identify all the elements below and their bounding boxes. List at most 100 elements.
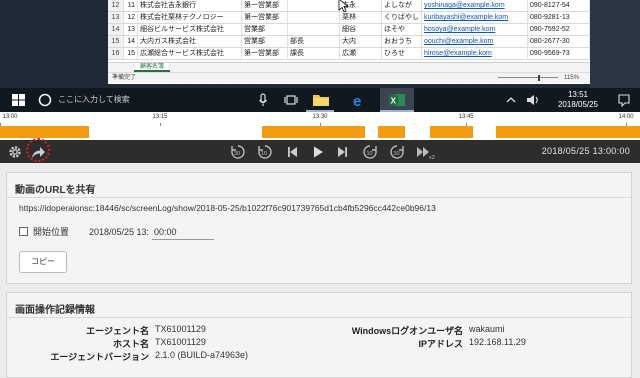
logon-user-value: wakaumi bbox=[469, 324, 505, 334]
task-view-icon bbox=[284, 95, 298, 105]
agent-name-value: TX61001129 bbox=[155, 324, 206, 334]
cell-kana: おおうち bbox=[382, 36, 422, 47]
info-panel-title: 画面操作記録情報 bbox=[15, 305, 95, 316]
status-ready-text: 準備完了 bbox=[112, 75, 137, 81]
search-icon bbox=[38, 93, 52, 107]
table-row: 15 14 大内ガス株式会社 営業部 部長 大内 おおうち oouchi@exa… bbox=[108, 36, 590, 48]
forward-30-icon[interactable]: 30 bbox=[389, 144, 405, 160]
svg-text:10: 10 bbox=[367, 151, 373, 157]
speaker-icon bbox=[527, 95, 538, 105]
recorded-screen: 12 11 株式会社吉永銀行 第一営業部 吉永 よしなが yoshinaga@e… bbox=[0, 0, 640, 112]
cell-role bbox=[288, 12, 340, 23]
taskbar-search-placeholder: ここに入力して検索 bbox=[58, 95, 130, 104]
row-number: 15 bbox=[108, 36, 124, 47]
table-row: 13 12 株式会社栗林テクノロジー 第一営業部 栗林 くりばやし kuriba… bbox=[108, 12, 590, 24]
taskbar-clock-date: 2018/05/25 bbox=[557, 100, 599, 109]
cell-dept: 営業部 bbox=[242, 24, 288, 35]
logon-user-label: Windowsログオンユーザ名 bbox=[351, 326, 463, 336]
start-time-input[interactable] bbox=[152, 225, 214, 240]
cell-role bbox=[288, 0, 340, 11]
share-icon[interactable] bbox=[30, 144, 46, 160]
recording-info-panel: 画面操作記録情報 エージェント名 TX61001129 ホスト名 TX61001… bbox=[6, 292, 632, 378]
timeline-tick-label: 13:00 bbox=[2, 114, 18, 120]
timeline-tick-label: 13:45 bbox=[458, 114, 474, 120]
cell-kana: よしなが bbox=[382, 0, 422, 11]
cell-dept: 第一営業部 bbox=[242, 48, 288, 59]
timeline-tick-label: 13:30 bbox=[312, 114, 328, 120]
timeline-active-segment[interactable] bbox=[0, 126, 89, 138]
table-row: 14 13 細谷ビルサービス株式会社 営業部 細谷 ほそや hosoya@exa… bbox=[108, 24, 590, 36]
cell-dept: 第一営業部 bbox=[242, 0, 288, 11]
cell-dept: 営業部 bbox=[242, 36, 288, 47]
cell-role: 部長 bbox=[288, 36, 340, 47]
timeline-active-segment[interactable] bbox=[429, 126, 473, 138]
svg-text:10: 10 bbox=[261, 151, 267, 157]
share-url[interactable]: https://idoperaionsc:18446/sc/screenLog/… bbox=[19, 203, 625, 213]
copy-button[interactable]: コピー bbox=[19, 251, 67, 273]
timeline[interactable]: 13:00 13:15 13:30 13:45 14:00 bbox=[0, 112, 640, 140]
desktop-background bbox=[590, 0, 640, 88]
cell-phone: 080-9281-13 bbox=[528, 12, 590, 23]
start-position-checkbox[interactable] bbox=[19, 227, 28, 236]
ip-address-label: IPアドレス bbox=[418, 339, 463, 349]
windows-icon bbox=[12, 94, 25, 106]
start-position-label: 開始位置 bbox=[33, 227, 70, 237]
cell-dept: 第一営業部 bbox=[242, 12, 288, 23]
svg-text:x2: x2 bbox=[429, 155, 435, 160]
svg-text:30: 30 bbox=[234, 151, 240, 157]
timeline-track[interactable] bbox=[0, 126, 640, 138]
cell-surname: 広瀬 bbox=[340, 48, 382, 59]
gear-icon[interactable] bbox=[7, 144, 23, 160]
cell-kana: くりばやし bbox=[382, 12, 422, 23]
cell-no: 14 bbox=[124, 36, 138, 47]
cell-company: 株式会社栗林テクノロジー bbox=[138, 12, 242, 23]
cell-phone: 080-2677-30 bbox=[528, 36, 590, 47]
chevron-up-icon bbox=[506, 97, 516, 103]
excel-icon: X bbox=[389, 94, 405, 106]
cell-no: 12 bbox=[124, 12, 138, 23]
cell-email: hirose@example.kom bbox=[422, 48, 528, 59]
svg-text:X: X bbox=[391, 97, 397, 106]
cell-email: kuribayashi@example.kom bbox=[422, 12, 528, 23]
agent-name-label: エージェント名 bbox=[86, 326, 149, 336]
cell-phone: 090-9569-73 bbox=[528, 48, 590, 59]
cell-company: 細谷ビルサービス株式会社 bbox=[138, 24, 242, 35]
cell-no: 11 bbox=[124, 0, 138, 11]
forward-10-icon[interactable]: 10 bbox=[362, 144, 378, 160]
divider bbox=[7, 317, 631, 318]
agent-version-label: エージェントバージョン bbox=[50, 352, 149, 362]
play-icon[interactable] bbox=[310, 144, 326, 160]
skip-previous-icon[interactable] bbox=[284, 144, 300, 160]
zoom-slider bbox=[498, 77, 558, 78]
cell-email: yoshinaga@example.kom bbox=[422, 0, 528, 11]
spreadsheet-window: 12 11 株式会社吉永銀行 第一営業部 吉永 よしなが yoshinaga@e… bbox=[108, 0, 590, 84]
timeline-active-segment[interactable] bbox=[496, 126, 640, 138]
host-label: ホスト名 bbox=[112, 339, 149, 349]
rewind-10-icon[interactable]: 10 bbox=[257, 144, 273, 160]
taskbar-clock-time: 13:51 bbox=[567, 90, 589, 99]
cell-email: oouchi@example.kom bbox=[422, 36, 528, 47]
sheet-tab-bar: 顧客名簿 bbox=[108, 62, 590, 72]
edge-icon: e bbox=[353, 93, 361, 107]
skip-next-icon[interactable] bbox=[335, 144, 351, 160]
row-number: 12 bbox=[108, 0, 124, 11]
taskbar: ここに入力して検索 e X 13:51 2018/05/25 bbox=[0, 88, 640, 112]
timeline-active-segment[interactable] bbox=[377, 126, 406, 138]
folder-icon bbox=[313, 95, 329, 106]
cell-role bbox=[288, 24, 340, 35]
rewind-30-icon[interactable]: 30 bbox=[230, 144, 246, 160]
cell-role: 課長 bbox=[288, 48, 340, 59]
speed-x2-icon[interactable]: x2 bbox=[416, 144, 436, 160]
share-panel-title: 動画のURLを共有 bbox=[15, 185, 96, 196]
mic-icon bbox=[259, 93, 267, 106]
player-current-time: 2018/05/25 13:00:00 bbox=[541, 146, 630, 156]
cell-no: 13 bbox=[124, 24, 138, 35]
cell-email: hosoya@example.kom bbox=[422, 24, 528, 35]
cell-company: 大内ガス株式会社 bbox=[138, 36, 242, 47]
start-position-date: 2018/05/25 13: bbox=[89, 227, 150, 237]
sheet-tab: 顧客名簿 bbox=[134, 63, 171, 72]
cell-phone: 090-7592-52 bbox=[528, 24, 590, 35]
zoom-level: 115% bbox=[564, 75, 579, 81]
timeline-active-segment[interactable] bbox=[262, 126, 365, 138]
cell-surname: 大内 bbox=[340, 36, 382, 47]
